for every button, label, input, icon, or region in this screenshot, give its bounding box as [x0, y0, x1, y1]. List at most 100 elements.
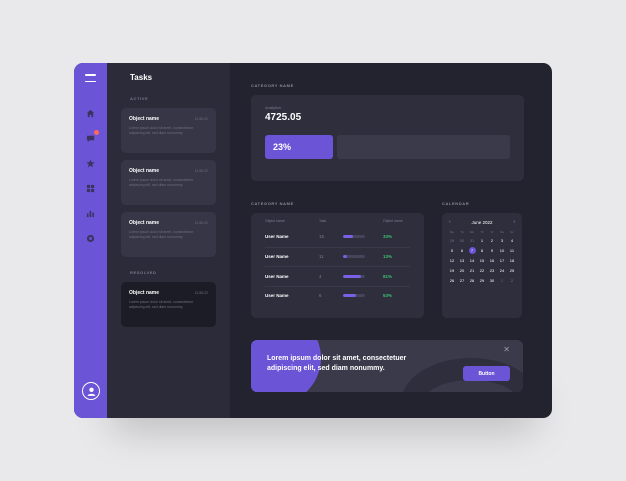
- task-count: 15: [319, 234, 325, 240]
- app-window: Tasks ACTIVE Object name 11:55:22 Lorem …: [74, 63, 552, 418]
- weekday-label: We: [469, 230, 475, 234]
- calendar-grid: Mo Tu We Th Fr Sa Su 29 30 31 1 2 3 4 5 6 7 8 9 10 11 12 13 14 1…: [447, 230, 517, 284]
- table-row[interactable]: User Name 11 13%: [265, 246, 410, 267]
- calendar-day[interactable]: 18: [507, 257, 517, 264]
- weekday-label: Sa: [500, 230, 504, 234]
- calendar-day[interactable]: 16: [487, 257, 497, 264]
- task-card[interactable]: Object name 11:55:22 Lorem ipsum dolor s…: [121, 212, 216, 257]
- grid-icon[interactable]: [85, 183, 96, 193]
- table-header: Object name Task Object name: [265, 219, 410, 227]
- analytics-value: 4725.05: [265, 112, 302, 123]
- chart-icon[interactable]: [85, 208, 96, 218]
- calendar-day[interactable]: 11: [507, 247, 517, 254]
- banner-button[interactable]: Button: [463, 366, 510, 381]
- user-icon: [87, 387, 95, 396]
- task-count: 6: [319, 293, 322, 299]
- task-description: Lorem ipsum dolor sit amet, consectetuer…: [129, 230, 194, 239]
- calendar-day[interactable]: 15: [477, 257, 487, 264]
- calendar-day[interactable]: 21: [467, 267, 477, 274]
- calendar-day[interactable]: 19: [447, 267, 457, 274]
- calendar-day[interactable]: 8: [477, 247, 487, 254]
- calendar-day[interactable]: 1: [477, 237, 487, 244]
- calendar-day[interactable]: 5: [447, 247, 457, 254]
- column-header: [343, 219, 383, 223]
- weekday-label: Fr: [490, 230, 494, 234]
- user-name: User Name: [265, 234, 289, 240]
- menu-icon[interactable]: [85, 74, 96, 82]
- task-time: 11:55:22: [194, 291, 208, 295]
- row-progress-bar: [343, 255, 365, 259]
- calendar-day[interactable]: 22: [477, 267, 487, 274]
- user-name: User Name: [265, 273, 289, 279]
- tasks-title: Tasks: [130, 73, 153, 82]
- chat-icon[interactable]: [85, 130, 99, 143]
- row-percent: 13%: [383, 254, 393, 260]
- calendar-day[interactable]: 24: [497, 267, 507, 274]
- calendar-day[interactable]: 27: [457, 277, 467, 284]
- calendar-day[interactable]: 23: [487, 267, 497, 274]
- resolved-label: RESOLVED: [130, 270, 157, 275]
- calendar-day[interactable]: 2: [487, 237, 497, 244]
- calendar-day[interactable]: 12: [447, 257, 457, 264]
- close-icon[interactable]: ✕: [503, 346, 510, 354]
- task-card[interactable]: Object name 11:55:22 Lorem ipsum dolor s…: [121, 160, 216, 205]
- analytics-label: Analytics: [265, 105, 282, 110]
- calendar-day-selected[interactable]: 7: [468, 247, 476, 254]
- calendar-day[interactable]: 2: [507, 277, 517, 284]
- task-name: Object name: [129, 290, 160, 296]
- calendar-day[interactable]: 10: [497, 247, 507, 254]
- weekday-label: Th: [480, 230, 484, 234]
- task-time: 11:55:22: [194, 221, 208, 225]
- calendar-day[interactable]: 20: [457, 267, 467, 274]
- progress-track: [337, 135, 510, 159]
- calendar-day[interactable]: 6: [457, 247, 467, 254]
- calendar-label: CALENDAR: [442, 201, 470, 206]
- row-progress-fill: [343, 294, 357, 298]
- task-name: Object name: [129, 220, 160, 226]
- user-name: User Name: [265, 293, 289, 299]
- calendar-day[interactable]: 28: [467, 277, 477, 284]
- home-icon[interactable]: [85, 108, 96, 118]
- star-icon[interactable]: [85, 158, 96, 168]
- calendar-day[interactable]: 1: [497, 277, 507, 284]
- calendar-day[interactable]: 17: [497, 257, 507, 264]
- calendar-day[interactable]: 29: [447, 237, 457, 244]
- row-percent: 33%: [383, 234, 393, 240]
- calendar-day[interactable]: 29: [477, 277, 487, 284]
- calendar-day[interactable]: 13: [457, 257, 467, 264]
- settings-icon[interactable]: [85, 233, 96, 243]
- row-progress-fill: [343, 274, 361, 278]
- calendar-day[interactable]: 30: [487, 277, 497, 284]
- task-description: Lorem ipsum dolor sit amet, consectetuer…: [129, 126, 194, 135]
- sidebar: [74, 63, 107, 418]
- avatar[interactable]: [82, 382, 100, 400]
- notification-badge: [94, 130, 99, 135]
- task-card-resolved[interactable]: Object name 11:55:22 Lorem ipsum dolor s…: [121, 282, 216, 327]
- calendar-day[interactable]: 30: [457, 237, 467, 244]
- calendar-day[interactable]: 9: [487, 247, 497, 254]
- chevron-left-icon[interactable]: ‹: [449, 219, 451, 225]
- task-time: 11:55:22: [194, 117, 208, 121]
- weekday-label: Tu: [460, 230, 464, 234]
- task-card[interactable]: Object name 11:55:22 Lorem ipsum dolor s…: [121, 108, 216, 153]
- table-row[interactable]: User Name 4 81%: [265, 266, 410, 286]
- task-name: Object name: [129, 168, 160, 174]
- weekday-label: Su: [510, 230, 514, 234]
- progress-bar: 23%: [265, 135, 510, 159]
- calendar-day[interactable]: 26: [447, 277, 457, 284]
- calendar-day[interactable]: 25: [507, 267, 517, 274]
- task-name: Object name: [129, 116, 160, 122]
- task-description: Lorem ipsum dolor sit amet, consectetuer…: [129, 178, 194, 187]
- calendar-day[interactable]: 14: [467, 257, 477, 264]
- table-row[interactable]: User Name 15 33%: [265, 227, 410, 247]
- table-row[interactable]: User Name 6 53%: [265, 285, 410, 306]
- column-header: Task: [319, 219, 327, 223]
- chevron-right-icon[interactable]: ›: [513, 219, 515, 225]
- calendar-day[interactable]: 4: [507, 237, 517, 244]
- category-label: CATEGORY NAME: [251, 201, 294, 206]
- calendar: ‹ June 2022 › Mo Tu We Th Fr Sa Su 29 30 31 1 2 3 4 5 6…: [442, 213, 522, 318]
- user-table: Object name Task Object name User Name 15…: [251, 213, 424, 318]
- calendar-day[interactable]: 31: [467, 237, 477, 244]
- calendar-day[interactable]: 3: [497, 237, 507, 244]
- promo-banner: Lorem ipsum dolor sit amet, consectetuer…: [251, 340, 523, 392]
